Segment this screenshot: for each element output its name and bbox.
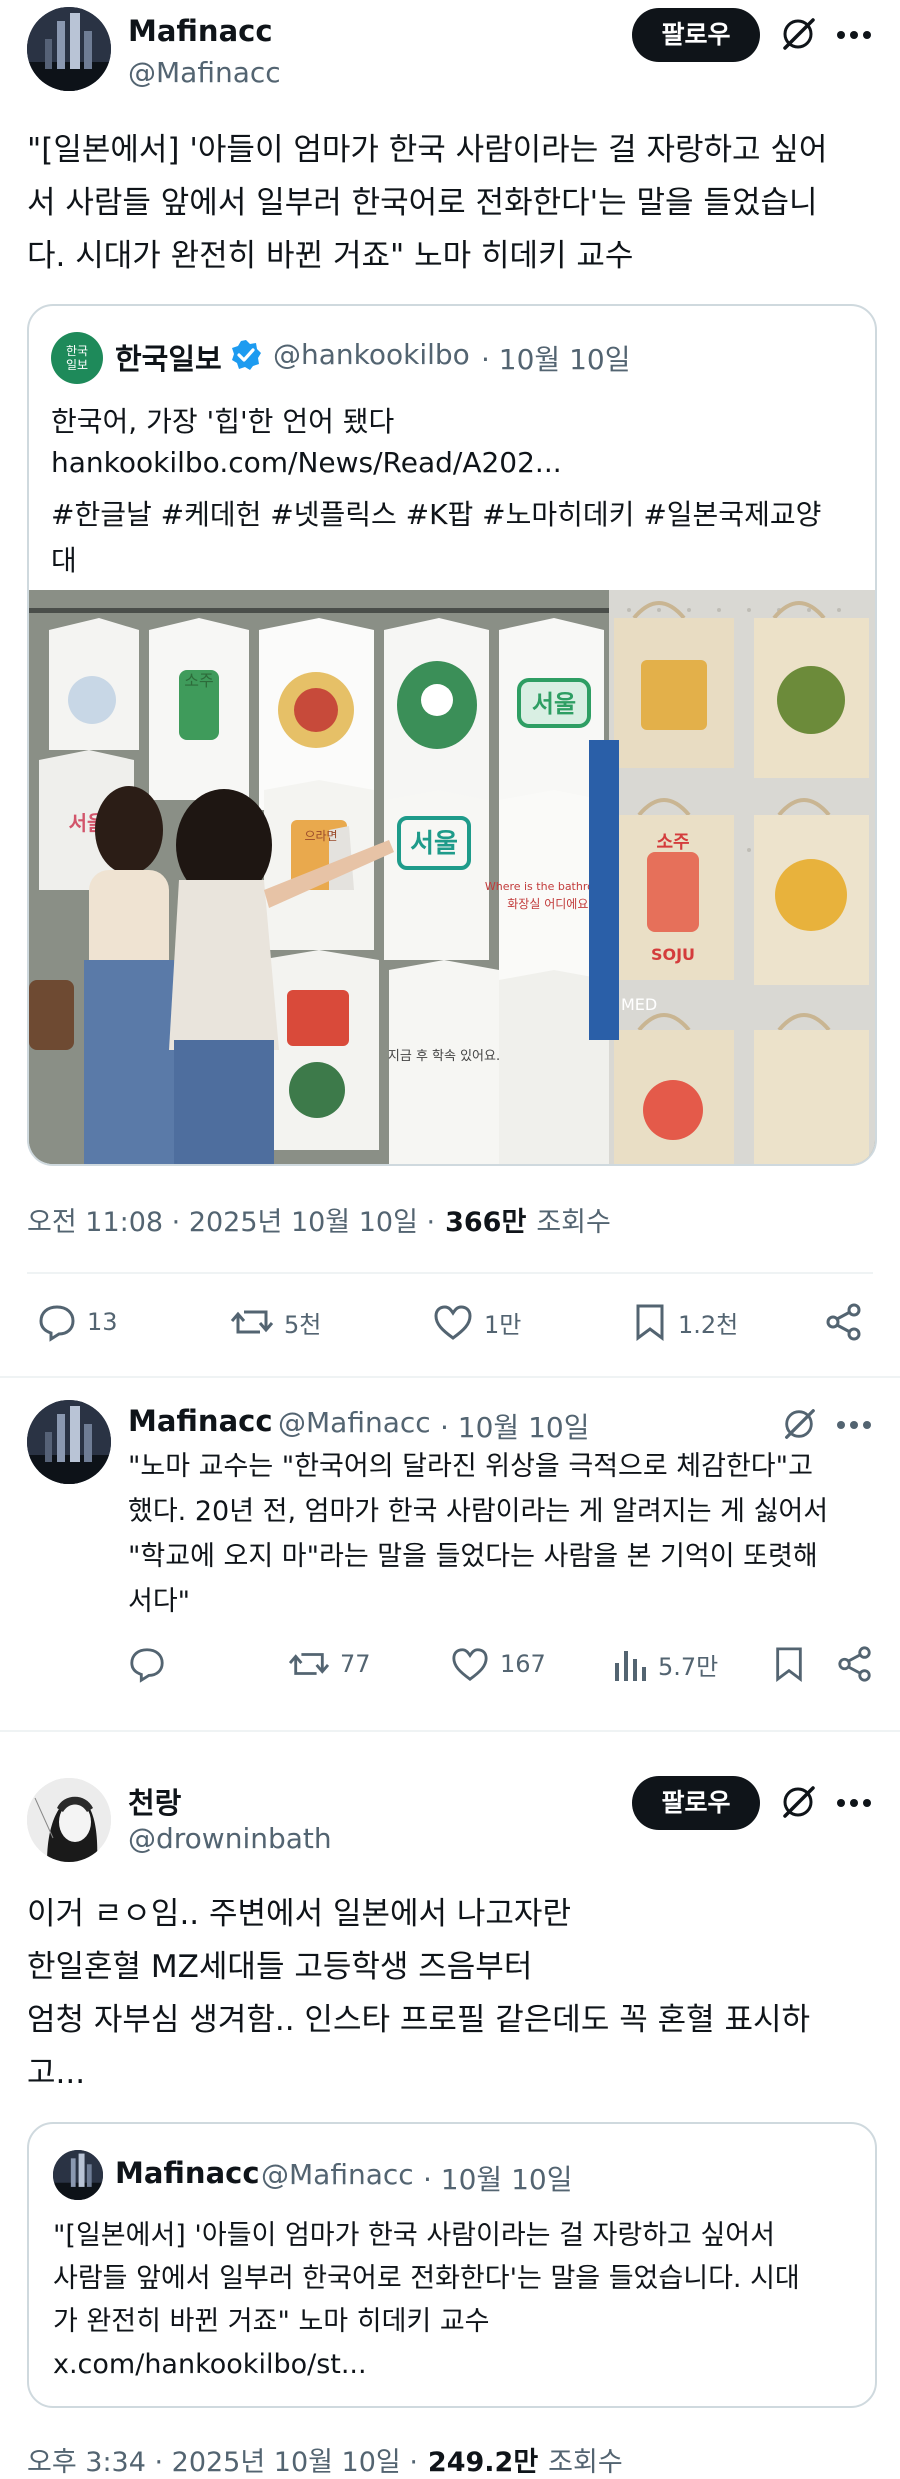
quoted-author-handle[interactable]: @hankookilbo [273,338,470,371]
divider [27,1272,873,1274]
repost-icon [288,1653,330,1675]
shirt-text: SOJU [651,945,695,964]
like-count: 167 [500,1650,546,1678]
tweet-timestamp[interactable]: 오전 11:08 · 2025년 10월 10일 · [27,1200,435,1239]
reply-icon [130,1648,164,1683]
divider [0,1376,900,1378]
repost-button[interactable]: 77 [288,1645,371,1683]
view-label: 조회수 [548,2447,623,2478]
share-icon[interactable] [836,1645,874,1683]
bookmark-button[interactable]: 1.2천 [632,1302,738,1342]
repost-icon [230,1310,274,1334]
author-name[interactable]: 천랑 [128,1780,181,1822]
quoted-author-name[interactable]: Mafinacc [115,2156,260,2190]
author-handle[interactable]: @Mafinacc [128,56,281,89]
avatar[interactable] [27,7,111,91]
divider [0,1730,900,1732]
views-icon [615,1651,646,1681]
avatar[interactable] [27,1400,111,1484]
shirt-text: 화장실 어디에요? [507,897,594,911]
shirt-text: 서울 [410,829,458,859]
repost-count: 5천 [284,1310,322,1339]
quoted-author-name[interactable]: 한국일보 [115,336,222,378]
repost-count: 77 [340,1650,371,1678]
hankookilbo-logo: 한국 일보 [51,332,103,384]
more-icon[interactable] [836,30,872,40]
reply-button[interactable] [128,1645,166,1683]
tweet-photo[interactable]: 소주 서울 서울 서울 Where is the bathroom? 화장실 어… [29,590,875,1164]
quoted-headline: 한국어, 가장 '힙'한 언어 됐다 [51,405,395,438]
verified-badge-icon [229,338,263,372]
quoted-author-handle[interactable]: @Mafinacc [261,2158,414,2191]
bookmark-count: 1.2천 [678,1310,739,1339]
view-count: 249.2만 [427,2447,539,2478]
reply-icon [39,1305,75,1342]
tweet-meta: 오후 3:34 · 2025년 10월 10일 · 249.2만 조회수 [27,2440,623,2479]
reply-button[interactable]: 13 [37,1302,118,1342]
quoted-tweet-card[interactable]: 한국 일보 한국일보 @hankookilbo · 10월 10일 한국어, 가… [27,304,877,1166]
share-icon[interactable] [824,1302,864,1342]
quoted-date[interactable]: · 10월 10일 [423,2158,572,2198]
heart-icon [434,1305,472,1340]
reply-count: 13 [87,1308,118,1336]
shirt-text: 지금 후 학속 있어요. [388,1049,500,1064]
shirt-text: 으라면 [304,829,337,843]
grok-icon[interactable] [781,1406,817,1442]
view-count: 366만 [445,1207,527,1238]
quoted-text: "[일본에서] '아들이 엄마가 한국 사람이라는 걸 자랑하고 싶어서 사람들… [53,2220,800,2380]
avatar[interactable] [53,2150,103,2200]
tweet-timestamp[interactable]: 오후 3:34 · 2025년 10월 10일 · [27,2440,418,2479]
grok-icon[interactable] [779,15,817,53]
more-icon[interactable] [836,1798,872,1808]
tweet-text: 이거 ㄹㅇ임.. 주변에서 일본에서 나고자란 한일혼혈 MZ세대들 고등학생 … [27,1896,811,2091]
shirt-text: MED [621,995,657,1014]
shirt-text: 소주 [656,832,689,853]
tweet-meta: 오전 11:08 · 2025년 10월 10일 · 366만 조회수 [27,1200,611,1239]
like-button[interactable]: 1만 [432,1302,521,1342]
view-label: 조회수 [536,1207,611,1238]
tweet-text: "[일본에서] '아들이 엄마가 한국 사람이라는 걸 자랑하고 싶어 서 사람… [27,132,828,274]
repost-button[interactable]: 5천 [230,1302,321,1342]
quoted-link[interactable]: hankookilbo.com/News/Read/A202... [51,446,562,479]
views-button[interactable]: 5.7만 [612,1645,718,1683]
shirt-text: 서울 [532,690,576,718]
quoted-hashtags[interactable]: #한글날 #케데헌 #넷플릭스 #K팝 #노마히데키 #일본국제교양 대 [51,492,861,584]
author-handle[interactable]: @Mafinacc [278,1406,431,1439]
bookmark-icon[interactable] [772,1645,806,1683]
author-name[interactable]: Mafinacc [128,1404,273,1438]
view-count: 5.7만 [658,1652,719,1681]
author-name[interactable]: Mafinacc [128,14,273,48]
grok-icon[interactable] [779,1783,817,1821]
more-icon[interactable] [836,1420,872,1430]
like-count: 1만 [484,1310,522,1339]
bookmark-icon [636,1304,664,1341]
follow-button[interactable]: 팔로우 [632,8,760,62]
quoted-date[interactable]: · 10월 10일 [481,338,630,378]
tweet-date[interactable]: · 10월 10일 [440,1406,589,1446]
follow-button[interactable]: 팔로우 [632,1776,760,1830]
quoted-tweet-card[interactable]: Mafinacc @Mafinacc · 10월 10일 "[일본에서] '아들… [27,2122,877,2408]
author-handle[interactable]: @drowninbath [128,1822,332,1855]
tweet-text: "노마 교수는 "한국어의 달라진 위상을 극적으로 체감한다"고 했다. 20… [128,1451,829,1617]
heart-icon [452,1648,488,1681]
shirt-text: 소주 [184,671,213,690]
avatar[interactable] [27,1778,111,1862]
like-button[interactable]: 167 [450,1645,546,1683]
